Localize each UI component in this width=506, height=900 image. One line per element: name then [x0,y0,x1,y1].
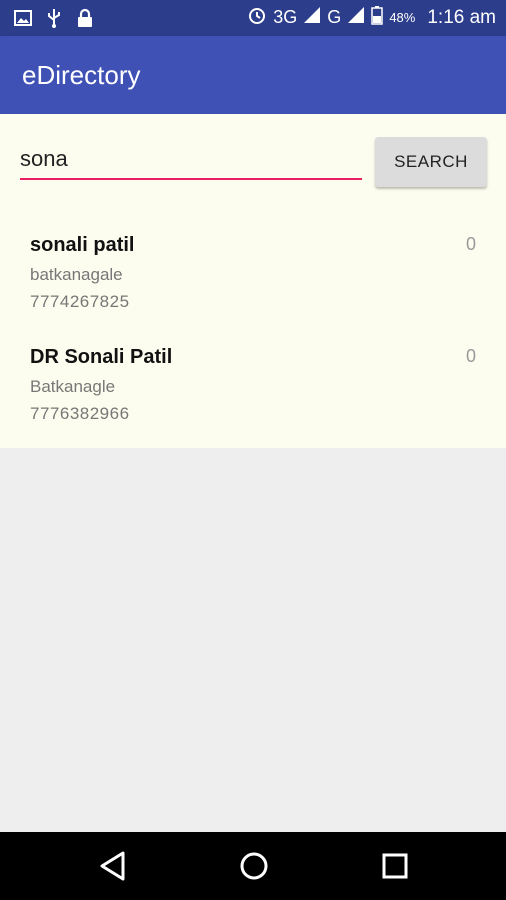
contact-phone: 7776382966 [30,404,130,423]
network-3g-label: 3G [273,7,298,27]
contact-count: 0 [465,234,476,254]
image-notification-icon [14,9,32,32]
clock: 1:16 am [427,6,496,28]
list-item[interactable]: DR Sonali Patil Batkanagle 7776382966 0 [0,336,506,448]
contact-count: 0 [465,346,476,366]
contact-phone: 7774267825 [30,292,130,311]
contact-name: DR Sonali Patil [30,346,173,368]
back-icon[interactable] [98,850,128,887]
usb-icon [46,8,62,33]
signal-icon-2 [347,6,365,29]
search-button[interactable]: SEARCH [375,137,487,187]
search-input[interactable] [20,144,362,180]
lock-icon [76,8,94,33]
navigation-bar [0,832,506,900]
contact-place: batkanagale [30,265,123,284]
contact-name: sonali patil [30,234,135,256]
list-item[interactable]: sonali patil batkanagale 7774267825 0 [0,224,506,336]
home-icon[interactable] [238,850,270,887]
signal-icon [303,6,321,29]
battery-icon [371,5,384,30]
recents-icon[interactable] [380,850,410,887]
search-panel: SEARCH sonali patil batkanagale 77742678… [0,114,506,448]
contact-place: Batkanagle [30,377,116,396]
network-g-label: G [327,7,342,27]
alarm-icon [247,5,267,30]
status-bar: 3G G 48% 1:16 am [0,0,506,36]
app-bar: eDirectory [0,36,506,114]
battery-percent: 48% [389,10,416,25]
app-title: eDirectory [22,60,141,90]
results-list: sonali patil batkanagale 7774267825 0 DR… [0,224,506,448]
